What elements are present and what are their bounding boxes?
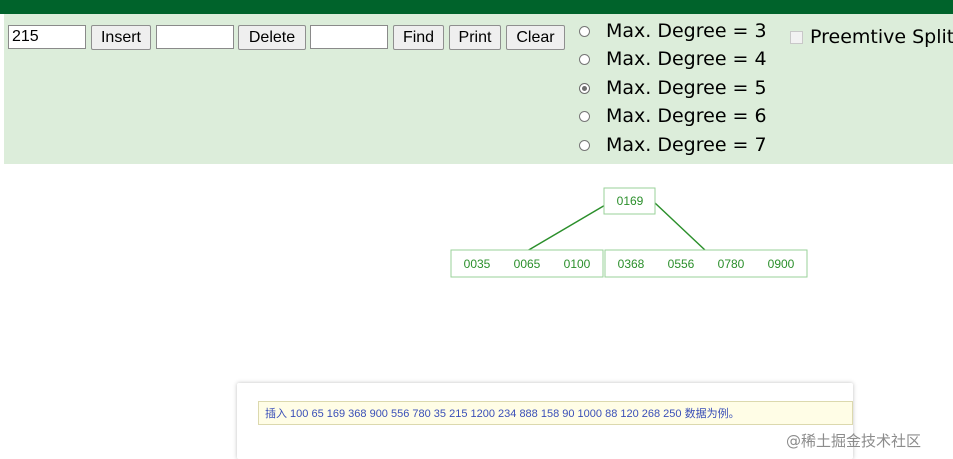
tree-edge <box>526 200 613 252</box>
watermark: @稀土掘金技术社区 <box>786 432 922 450</box>
note-text: 插入 100 65 169 368 900 556 780 35 215 120… <box>265 408 740 420</box>
note-box: 插入 100 65 169 368 900 556 780 35 215 120… <box>258 401 853 425</box>
tree-key: 0900 <box>768 257 795 271</box>
tree-key: 0065 <box>514 257 541 271</box>
tree-key: 0780 <box>718 257 745 271</box>
tree-key: 0100 <box>564 257 591 271</box>
tree-key: 0035 <box>464 257 491 271</box>
tree-key: 0368 <box>618 257 645 271</box>
tree-edge <box>654 202 707 252</box>
tree-key: 0556 <box>668 257 695 271</box>
note-card: 插入 100 65 169 368 900 556 780 35 215 120… <box>237 383 853 459</box>
tree-key: 0169 <box>617 194 644 208</box>
